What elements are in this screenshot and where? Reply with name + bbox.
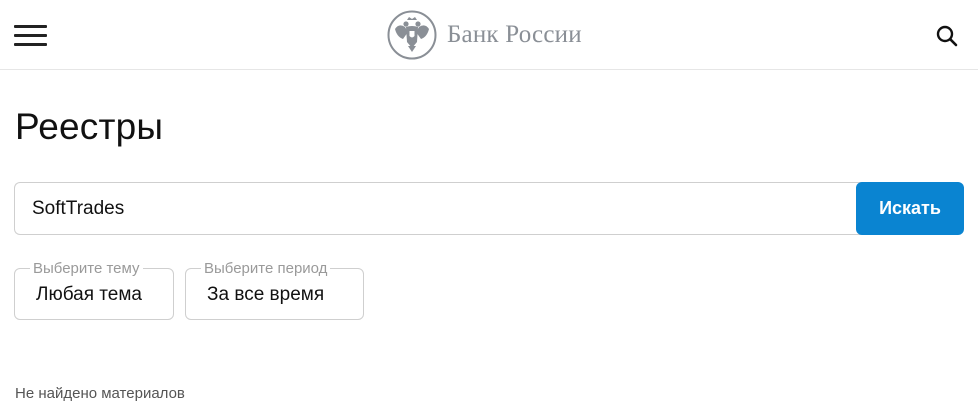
period-select-value: За все время [207,284,325,305]
eagle-emblem-icon [387,10,437,60]
no-results-message: Не найдено материалов [15,385,185,402]
page-title: Реестры [15,106,164,147]
search-button[interactable]: Искать [856,182,964,235]
search-icon[interactable] [935,24,959,48]
period-select[interactable]: Выберите период За все время [185,260,364,320]
topic-select-label: Выберите тему [30,260,143,277]
site-logo[interactable]: Банк России [387,10,582,60]
topic-select[interactable]: Выберите тему Любая тема [14,260,174,320]
search-input[interactable] [14,182,862,235]
topic-select-value: Любая тема [36,284,142,305]
logo-text: Банк России [447,21,582,48]
period-select-label: Выберите период [201,260,331,277]
hamburger-menu-icon[interactable] [14,23,48,47]
site-header: Банк России [0,0,978,70]
